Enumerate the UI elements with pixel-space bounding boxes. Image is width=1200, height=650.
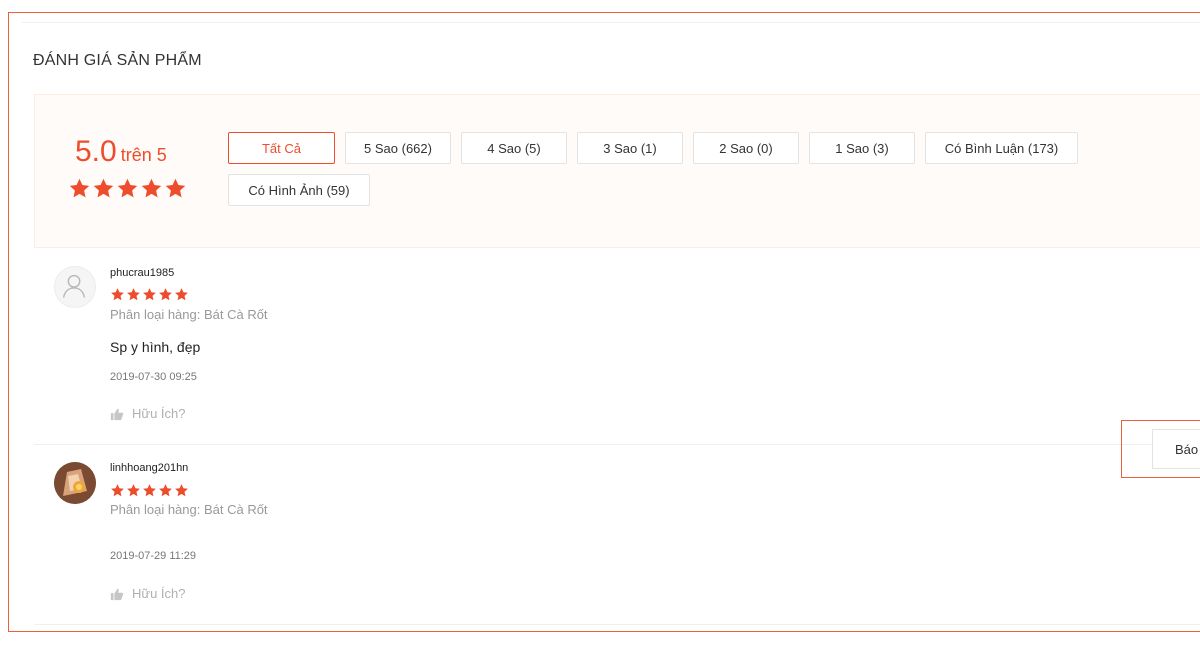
top-divider xyxy=(22,22,1200,23)
review-stars xyxy=(110,287,189,302)
default-avatar-icon[interactable] xyxy=(54,266,96,308)
review-timestamp: 2019-07-29 11:29 xyxy=(110,550,197,562)
helpful-button[interactable]: Hữu Ích? xyxy=(110,586,186,601)
star-icon xyxy=(93,178,114,198)
star-icon xyxy=(127,484,140,497)
filter-2-stars[interactable]: 2 Sao (0) xyxy=(693,132,799,164)
user-silhouette-icon xyxy=(62,274,86,298)
thumbs-up-icon xyxy=(110,588,124,600)
review-username[interactable]: linhhoang201hn xyxy=(110,462,188,474)
star-icon xyxy=(111,288,124,301)
section-title: ĐÁNH GIÁ SẢN PHẨM xyxy=(33,52,202,69)
average-score-suffix: trên 5 xyxy=(120,145,167,165)
average-rating-stars xyxy=(68,177,187,200)
average-score-value: 5.0 xyxy=(75,135,117,168)
filter-with-images[interactable]: Có Hình Ảnh (59) xyxy=(228,174,370,206)
star-icon xyxy=(111,484,124,497)
star-icon xyxy=(141,178,162,198)
filter-4-stars[interactable]: 4 Sao (5) xyxy=(461,132,567,164)
helpful-label: Hữu Ích? xyxy=(132,406,186,421)
helpful-button[interactable]: Hữu Ích? xyxy=(110,406,186,421)
review-timestamp: 2019-07-30 09:25 xyxy=(110,371,197,383)
filter-all[interactable]: Tất Cả xyxy=(228,132,335,164)
review-item: linhhoang201hn Phân loại hàng: Bát Cà Rố… xyxy=(34,445,1200,625)
star-icon xyxy=(175,288,188,301)
star-icon xyxy=(143,484,156,497)
filter-3-stars[interactable]: 3 Sao (1) xyxy=(577,132,683,164)
review-username[interactable]: phucrau1985 xyxy=(110,267,174,279)
review-variation: Phân loại hàng: Bát Cà Rốt xyxy=(110,502,268,517)
filter-with-comments[interactable]: Có Bình Luận (173) xyxy=(925,132,1078,164)
thumbs-up-icon xyxy=(110,408,124,420)
rating-overview: 5.0 trên 5 Tất Cả 5 Sao (662) 4 Sao (5) 3… xyxy=(34,94,1200,248)
star-icon xyxy=(159,484,172,497)
report-button-highlight: Báo xyxy=(1121,420,1200,478)
average-score: 5.0 trên 5 xyxy=(75,135,167,169)
user-photo-avatar[interactable] xyxy=(54,462,96,504)
star-icon xyxy=(127,288,140,301)
star-icon xyxy=(143,288,156,301)
review-variation: Phân loại hàng: Bát Cà Rốt xyxy=(110,307,268,322)
review-comment: Sp y hình, đẹp xyxy=(110,339,201,355)
star-icon xyxy=(159,288,172,301)
star-icon xyxy=(117,178,138,198)
star-icon xyxy=(69,178,90,198)
star-icon xyxy=(175,484,188,497)
filter-1-star[interactable]: 1 Sao (3) xyxy=(809,132,915,164)
report-button[interactable]: Báo xyxy=(1152,429,1200,469)
review-stars xyxy=(110,483,189,498)
user-photo-icon xyxy=(54,462,96,504)
review-item: phucrau1985 Phân loại hàng: Bát Cà Rốt S… xyxy=(34,250,1200,445)
filter-5-stars[interactable]: 5 Sao (662) xyxy=(345,132,451,164)
star-icon xyxy=(165,178,186,198)
helpful-label: Hữu Ích? xyxy=(132,586,186,601)
